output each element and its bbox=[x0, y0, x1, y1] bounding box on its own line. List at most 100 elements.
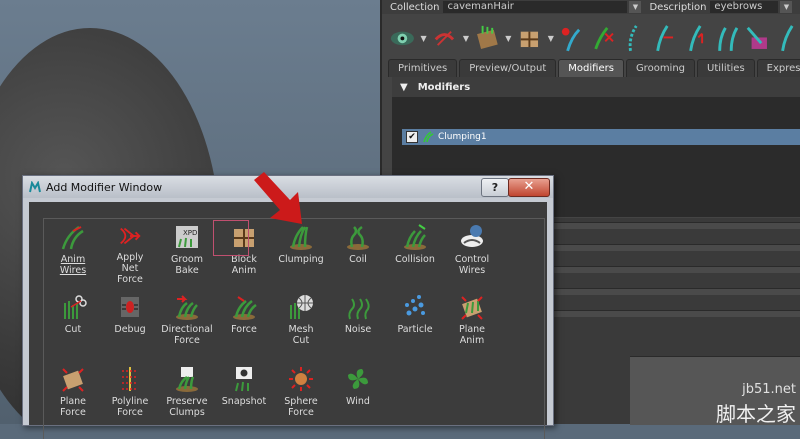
modifier-label: Wind bbox=[346, 396, 370, 407]
eye-icon bbox=[390, 31, 414, 45]
modifier-polyline-force[interactable]: Polyline Force bbox=[103, 365, 157, 427]
modifier-name: Clumping1 bbox=[438, 132, 487, 142]
directional-force-icon bbox=[176, 295, 198, 320]
coil-icon bbox=[347, 225, 369, 250]
watermark: jb51.net 脚本之家 bbox=[700, 380, 800, 426]
window-title: Add Modifier Window bbox=[46, 180, 163, 194]
modifier-sphere-force[interactable]: Sphere Force bbox=[274, 365, 328, 427]
modifier-preserve-clumps[interactable]: Preserve Clumps bbox=[160, 365, 214, 427]
remove-guide-button[interactable] bbox=[588, 22, 617, 54]
add-guide-icon bbox=[561, 27, 580, 51]
modifier-control-wires[interactable]: Control Wires bbox=[445, 223, 499, 285]
modifier-label: Collision bbox=[395, 254, 435, 265]
modifier-label: Clumping bbox=[278, 254, 324, 265]
close-button[interactable]: ✕ bbox=[508, 178, 550, 197]
modifier-directional-force[interactable]: Directional Force bbox=[160, 293, 214, 355]
modifier-label: Snapshot bbox=[221, 396, 267, 407]
guide-extra-button[interactable] bbox=[773, 22, 800, 54]
apply-net-force-icon bbox=[120, 227, 141, 245]
patch-menu-arrow[interactable]: ▼ bbox=[504, 22, 514, 54]
particle-icon bbox=[405, 295, 425, 316]
modifier-wind[interactable]: Wind bbox=[331, 365, 385, 427]
collection-field[interactable]: cavemanHair bbox=[443, 1, 628, 13]
modifier-label: Preserve Clumps bbox=[166, 396, 208, 418]
divider bbox=[542, 244, 800, 251]
modifier-debug[interactable]: Debug bbox=[103, 293, 157, 355]
clumping-icon bbox=[290, 226, 312, 250]
mesh-cut-icon bbox=[290, 295, 313, 319]
tab-preview-output[interactable]: Preview/Output bbox=[459, 59, 557, 77]
collection-dropdown[interactable]: ▼ bbox=[629, 1, 642, 13]
remove-guide-icon bbox=[594, 26, 614, 50]
modifier-cut[interactable]: Cut bbox=[46, 293, 100, 355]
add-patch-button[interactable] bbox=[473, 22, 502, 54]
eye-menu-arrow[interactable]: ▼ bbox=[419, 22, 429, 54]
grid-menu-arrow[interactable]: ▼ bbox=[546, 22, 556, 54]
tab-expressions[interactable]: Expressions bbox=[756, 59, 800, 77]
sphere-force-icon bbox=[289, 367, 313, 391]
modifier-force[interactable]: Force bbox=[217, 293, 271, 355]
selection-box bbox=[213, 220, 249, 256]
modifier-coil[interactable]: Coil bbox=[331, 223, 385, 285]
add-guide-button[interactable] bbox=[558, 22, 587, 54]
divider bbox=[542, 288, 800, 295]
guide-length-button[interactable] bbox=[681, 22, 710, 54]
modifier-plane-force[interactable]: Plane Force bbox=[46, 365, 100, 427]
tab-grooming[interactable]: Grooming bbox=[625, 59, 696, 77]
cut-icon bbox=[64, 295, 87, 319]
svg-text:XPD: XPD bbox=[183, 229, 197, 237]
collection-row: Collection cavemanHair ▼ Description eye… bbox=[382, 0, 800, 14]
modifier-groom-bake[interactable]: XPD Groom Bake bbox=[160, 223, 214, 285]
modifier-mesh-cut[interactable]: Mesh Cut bbox=[274, 293, 328, 355]
guide-normalize-button[interactable] bbox=[712, 22, 741, 54]
clear-menu-arrow[interactable]: ▼ bbox=[461, 22, 471, 54]
modifier-anim-wires[interactable]: Anim Wires bbox=[46, 223, 100, 285]
modifier-grid: Anim Wires Apply Net Force XPD Groom Bak… bbox=[43, 218, 545, 439]
wind-icon bbox=[348, 369, 368, 389]
modifier-block-anim[interactable]: Block Anim bbox=[213, 220, 271, 285]
modifier-clumping[interactable]: Clumping bbox=[274, 223, 328, 285]
guide-rebuild-button[interactable] bbox=[650, 22, 679, 54]
grid-patch-button[interactable] bbox=[515, 22, 544, 54]
modifiers-section-title: Modifiers bbox=[417, 81, 471, 93]
modifier-label: Plane Anim bbox=[458, 324, 486, 346]
guide-tools-button[interactable] bbox=[619, 22, 648, 54]
modifier-label: Force bbox=[231, 324, 257, 335]
tab-primitives[interactable]: Primitives bbox=[388, 59, 458, 77]
guide-bake-button[interactable] bbox=[742, 22, 771, 54]
modifier-label: Plane Force bbox=[59, 396, 87, 418]
description-dropdown[interactable]: ▼ bbox=[780, 1, 793, 13]
description-field[interactable]: eyebrows bbox=[710, 1, 779, 13]
modifier-apply-net-force[interactable]: Apply Net Force bbox=[103, 223, 157, 285]
modifier-plane-anim[interactable]: Plane Anim bbox=[445, 293, 499, 355]
plane-anim-icon bbox=[461, 296, 483, 320]
annotation-arrow bbox=[254, 172, 302, 224]
help-button[interactable]: ? bbox=[481, 178, 509, 197]
clear-preview-button[interactable] bbox=[430, 22, 459, 54]
preview-eye-button[interactable] bbox=[388, 22, 417, 54]
modifiers-section-header[interactable]: ▼ Modifiers bbox=[392, 77, 800, 97]
modifier-noise[interactable]: Noise bbox=[331, 293, 385, 355]
guide-normalize-icon bbox=[717, 26, 738, 51]
modifier-snapshot[interactable]: Snapshot bbox=[217, 365, 271, 427]
guide-cvs-icon bbox=[628, 24, 638, 51]
modifier-list-item[interactable]: ✔ Clumping1 bbox=[402, 129, 800, 145]
modifier-label: Noise bbox=[344, 324, 372, 335]
divider bbox=[542, 310, 800, 317]
modifier-enable-checkbox[interactable]: ✔ bbox=[406, 131, 418, 143]
patch-icon bbox=[476, 25, 498, 49]
watermark-name: 脚本之家 bbox=[716, 402, 796, 426]
clear-preview-icon bbox=[435, 30, 455, 46]
debug-icon bbox=[121, 297, 139, 317]
modifier-label: Coil bbox=[349, 254, 367, 265]
modifier-label: Apply Net Force bbox=[116, 252, 144, 285]
tab-utilities[interactable]: Utilities bbox=[697, 59, 755, 77]
anim-wires-icon bbox=[61, 225, 84, 250]
divider bbox=[542, 266, 800, 273]
plane-force-icon bbox=[62, 368, 84, 392]
guide-bake-icon bbox=[747, 26, 768, 49]
modifier-collision[interactable]: Collision bbox=[388, 223, 442, 285]
modifier-label: Directional Force bbox=[161, 324, 213, 346]
modifier-particle[interactable]: Particle bbox=[388, 293, 442, 355]
tab-modifiers[interactable]: Modifiers bbox=[558, 59, 624, 77]
